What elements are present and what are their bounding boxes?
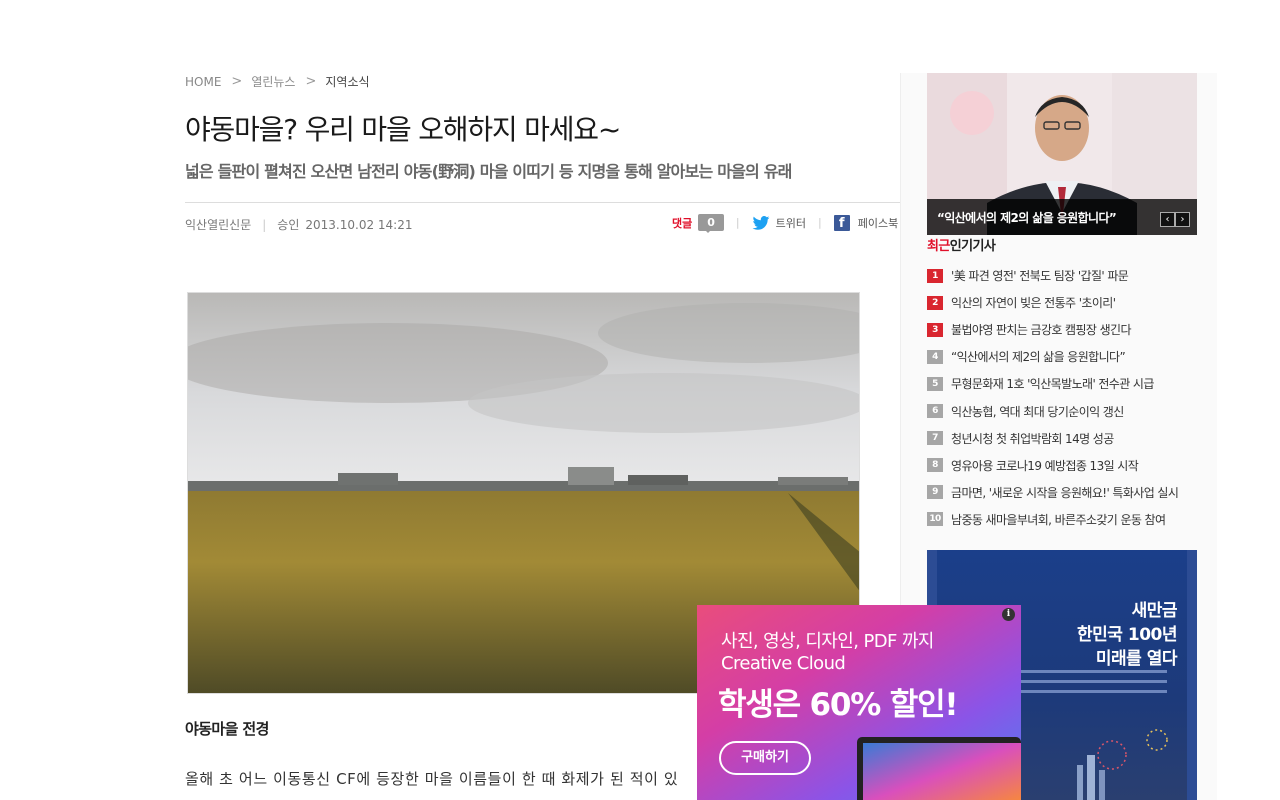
article-title: 야동마을? 우리 마을 오해하지 마세요~ bbox=[185, 113, 621, 146]
article-meta: 익산열린신문 | 승인 2013.10.02 14:21 bbox=[185, 216, 413, 233]
facebook-icon[interactable]: f bbox=[833, 214, 850, 231]
list-item[interactable]: 3 불법야영 판치는 금강호 캠핑장 생긴다 bbox=[927, 316, 1178, 343]
popular-article-title[interactable]: “익산에서의 제2의 삶을 응원합니다” bbox=[951, 348, 1126, 365]
list-item[interactable]: 6 익산농협, 역대 최대 당기순이익 갱신 bbox=[927, 397, 1178, 424]
rank-badge: 10 bbox=[927, 512, 943, 527]
breadcrumb-section[interactable]: 열린뉴스 bbox=[251, 73, 295, 90]
divider: | bbox=[818, 216, 822, 229]
chevron-left-icon[interactable]: ‹ bbox=[1160, 212, 1175, 227]
approved-label: 승인 bbox=[277, 218, 300, 232]
ad-line-2: Creative Cloud bbox=[721, 653, 846, 674]
ad-line-1: 사진, 영상, 디자인, PDF 까지 bbox=[721, 631, 934, 652]
list-item[interactable]: 1 '美 파견 영전' 전북도 팀장 '갑질' 파문 bbox=[927, 262, 1178, 289]
rank-badge: 5 bbox=[927, 376, 943, 391]
divider: | bbox=[262, 217, 267, 232]
list-item[interactable]: 7 청년시청 첫 취업박람회 14명 성공 bbox=[927, 425, 1178, 452]
banner-line-3: 미래를 열다 bbox=[1095, 649, 1178, 669]
popular-article-title[interactable]: 청년시청 첫 취업박람회 14명 성공 bbox=[951, 430, 1114, 447]
popular-article-title[interactable]: 익산농협, 역대 최대 당기순이익 갱신 bbox=[951, 403, 1124, 420]
rank-badge: 2 bbox=[927, 295, 943, 310]
popular-head-rest: 인기기사 bbox=[949, 239, 996, 254]
article-subtitle: 넓은 들판이 펼쳐진 오산면 남전리 야동(野洞) 마을 이띠기 등 지명을 통… bbox=[185, 162, 792, 181]
popular-articles-heading: 최근인기기사 bbox=[927, 235, 996, 254]
reply-label[interactable]: 댓글 bbox=[672, 215, 692, 231]
photo-caption: 야동마을 전경 bbox=[185, 720, 269, 738]
banner-line-1: 새만금 bbox=[1131, 601, 1178, 621]
banner-line-2: 한민국 100년 bbox=[1077, 625, 1177, 645]
divider: | bbox=[735, 216, 740, 229]
list-item[interactable]: 2 익산의 자연이 빚은 전통주 '초이리' bbox=[927, 289, 1178, 316]
ad-line-3: 학생은 60% 할인! bbox=[718, 687, 959, 723]
popular-article-title[interactable]: 남중동 새마을부녀회, 바른주소갖기 운동 참여 bbox=[951, 511, 1166, 528]
facebook-share-label[interactable]: 페이스북 bbox=[858, 215, 898, 231]
creative-cloud-popup-ad[interactable]: 사진, 영상, 디자인, PDF 까지 Creative Cloud 학생은 6… bbox=[697, 605, 1021, 800]
chevron-right-icon[interactable]: › bbox=[1175, 212, 1190, 227]
publish-date: 2013.10.02 14:21 bbox=[305, 217, 413, 232]
popular-article-title[interactable]: '美 파견 영전' 전북도 팀장 '갑질' 파문 bbox=[951, 267, 1129, 284]
reply-count-badge[interactable]: 0 bbox=[698, 214, 724, 233]
popular-article-title[interactable]: 영유아용 코로나19 예방접종 13일 시작 bbox=[951, 457, 1139, 474]
popular-article-title[interactable]: 익산의 자연이 빚은 전통주 '초이리' bbox=[951, 294, 1116, 311]
breadcrumb: HOME > 열린뉴스 > 지역소식 bbox=[185, 73, 370, 90]
rank-badge: 7 bbox=[927, 431, 943, 446]
publisher-name: 익산열린신문 bbox=[185, 218, 252, 232]
rank-badge: 1 bbox=[927, 268, 943, 283]
popular-head-accent: 최근 bbox=[927, 239, 950, 254]
article-body: 올해 초 어느 이동통신 CF에 등장한 마을 이름들이 한 때 화제가 된 적… bbox=[185, 770, 679, 788]
chevron-right-icon: > bbox=[305, 74, 317, 89]
article-page: HOME > 열린뉴스 > 지역소식 야동마을? 우리 마을 오해하지 마세요~… bbox=[0, 0, 1280, 800]
chevron-right-icon: > bbox=[231, 74, 243, 89]
popular-article-title[interactable]: 금마면, '새로운 시작을 응원해요!' 특화사업 실시 bbox=[951, 484, 1179, 501]
breadcrumb-home[interactable]: HOME bbox=[185, 75, 221, 89]
rank-badge: 4 bbox=[927, 349, 943, 364]
buy-button[interactable]: 구매하기 bbox=[719, 741, 811, 775]
twitter-icon[interactable] bbox=[752, 215, 770, 230]
list-item[interactable]: 8 영유아용 코로나19 예방접종 13일 시작 bbox=[927, 452, 1178, 479]
ad-info-icon[interactable]: i bbox=[1002, 608, 1015, 621]
share-bar: 댓글 0 | 트위터 | f 페이스북 bbox=[672, 214, 898, 233]
featured-article-caption[interactable]: “익산에서의 제2의 삶을 응원합니다” bbox=[927, 199, 1197, 235]
list-item[interactable]: 9 금마면, '새로운 시작을 응원해요!' 특화사업 실시 bbox=[927, 479, 1179, 506]
divider bbox=[185, 202, 900, 203]
list-item[interactable]: 5 무형문화재 1호 '익산목발노래' 전수관 시급 bbox=[927, 370, 1178, 397]
popular-article-title[interactable]: 불법야영 판치는 금강호 캠핑장 생긴다 bbox=[951, 321, 1132, 338]
featured-article-slider[interactable]: “익산에서의 제2의 삶을 응원합니다” ‹ › bbox=[927, 73, 1197, 235]
list-item[interactable]: 10 남중동 새마을부녀회, 바른주소갖기 운동 참여 bbox=[927, 506, 1178, 533]
rank-badge: 8 bbox=[927, 458, 943, 473]
twitter-share-label[interactable]: 트위터 bbox=[776, 215, 806, 231]
list-item[interactable]: 4 “익산에서의 제2의 삶을 응원합니다” bbox=[927, 343, 1178, 370]
rank-badge: 6 bbox=[927, 404, 943, 419]
slider-nav: ‹ › bbox=[1160, 212, 1190, 227]
rank-badge: 9 bbox=[927, 485, 943, 500]
breadcrumb-current[interactable]: 지역소식 bbox=[325, 73, 369, 90]
popular-article-title[interactable]: 무형문화재 1호 '익산목발노래' 전수관 시급 bbox=[951, 375, 1154, 392]
popular-articles-list: 1 '美 파견 영전' 전북도 팀장 '갑질' 파문 2 익산의 자연이 빚은 전통… bbox=[927, 262, 1179, 533]
rank-badge: 3 bbox=[927, 322, 943, 337]
